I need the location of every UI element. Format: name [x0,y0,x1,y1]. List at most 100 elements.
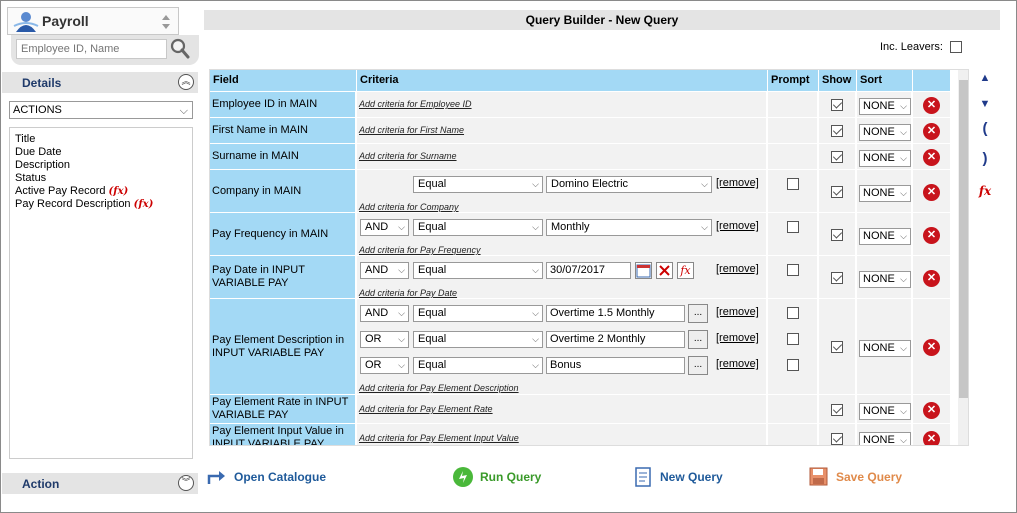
move-up-icon[interactable]: ▲ [975,72,995,84]
sort-select[interactable]: NONE ⌵ [859,340,911,357]
remove-link[interactable]: [remove] [716,263,759,275]
remove-link[interactable]: [remove] [716,306,759,318]
clear-date-icon[interactable] [656,262,673,279]
fx-icon[interactable]: fx [677,262,694,279]
lookup-button[interactable]: ... [688,304,708,323]
add-criteria-link[interactable]: Add criteria for Pay Date [359,288,457,298]
remove-link[interactable]: [remove] [716,358,759,370]
list-item[interactable]: Status [15,172,187,185]
search-icon[interactable] [169,37,191,61]
prompt-checkbox[interactable] [787,359,799,371]
show-checkbox[interactable] [831,186,843,198]
app-selector[interactable]: Payroll [7,7,179,35]
actions-dropdown[interactable]: ACTIONS ⌵ [9,101,193,119]
header-sort: Sort [857,70,913,91]
show-checkbox[interactable] [831,272,843,284]
lookup-button[interactable]: ... [688,330,708,349]
delete-icon[interactable]: ✕ [923,270,940,287]
run-query-button[interactable]: Run Query [452,463,541,491]
date-input[interactable]: 30/07/2017 [546,262,631,279]
add-criteria-link[interactable]: Add criteria for Pay Element Description [359,383,519,393]
conjunction-select[interactable]: AND ⌵ [360,219,409,236]
show-checkbox[interactable] [831,433,843,445]
calendar-icon[interactable] [635,262,652,279]
sort-select[interactable]: NONE ⌵ [859,185,911,202]
show-checkbox[interactable] [831,99,843,111]
add-criteria-link[interactable]: Add criteria for Pay Element Rate [359,404,493,414]
add-criteria-link[interactable]: Add criteria for Company [359,202,459,212]
value-select[interactable]: Monthly ⌵ [546,219,712,236]
show-checkbox[interactable] [831,125,843,137]
new-query-button[interactable]: New Query [632,463,723,491]
prompt-checkbox[interactable] [787,221,799,233]
action-header[interactable]: Action ︾ [2,473,198,494]
sort-select[interactable]: NONE ⌵ [859,150,911,167]
list-item[interactable]: Description [15,159,187,172]
add-criteria-link[interactable]: Add criteria for Surname [359,151,457,161]
open-paren-button[interactable]: ( [975,120,995,137]
open-catalogue-button[interactable]: Open Catalogue [206,463,326,491]
operator-select[interactable]: Equal ⌵ [413,357,543,374]
remove-link[interactable]: [remove] [716,177,759,189]
conjunction-select[interactable]: AND ⌵ [360,305,409,322]
operator-select[interactable]: Equal ⌵ [413,331,543,348]
operator-select[interactable]: Equal ⌵ [413,262,543,279]
expand-icon[interactable]: ︾ [178,475,194,491]
delete-icon[interactable]: ✕ [923,123,940,140]
add-criteria-link[interactable]: Add criteria for First Name [359,125,464,135]
lookup-button[interactable]: ... [688,356,708,375]
delete-icon[interactable]: ✕ [923,339,940,356]
conjunction-select[interactable]: OR ⌵ [360,357,409,374]
updown-icon[interactable] [160,12,172,32]
prompt-checkbox[interactable] [787,264,799,276]
list-item[interactable]: Active Pay Record (fx) [15,185,187,198]
sort-cell: NONE ⌵ [857,424,912,445]
prompt-checkbox[interactable] [787,307,799,319]
sort-select[interactable]: NONE ⌵ [859,271,911,288]
sort-select[interactable]: NONE ⌵ [859,98,911,115]
save-query-button[interactable]: Save Query [808,463,902,491]
fx-button[interactable]: fx [975,184,995,198]
value-select[interactable]: Domino Electric ⌵ [546,176,712,193]
delete-icon[interactable]: ✕ [923,402,940,419]
sort-select[interactable]: NONE ⌵ [859,403,911,420]
close-paren-button[interactable]: ) [975,150,995,167]
search-input[interactable] [16,39,167,59]
collapse-icon[interactable]: ︽ [178,74,194,90]
list-item[interactable]: Title [15,133,187,146]
sort-select[interactable]: NONE ⌵ [859,432,911,445]
prompt-checkbox[interactable] [787,178,799,190]
show-checkbox[interactable] [831,341,843,353]
delete-icon[interactable]: ✕ [923,227,940,244]
remove-link[interactable]: [remove] [716,220,759,232]
operator-select[interactable]: Equal ⌵ [413,305,543,322]
delete-icon[interactable]: ✕ [923,149,940,166]
add-criteria-link[interactable]: Add criteria for Employee ID [359,99,472,109]
list-item[interactable]: Pay Record Description (fx) [15,198,187,211]
delete-icon[interactable]: ✕ [923,431,940,445]
show-checkbox[interactable] [831,229,843,241]
show-checkbox[interactable] [831,151,843,163]
value-input[interactable]: Overtime 2 Monthly [546,331,685,348]
value-input[interactable]: Bonus [546,357,685,374]
sort-select[interactable]: NONE ⌵ [859,124,911,141]
vertical-scrollbar[interactable] [958,70,968,445]
details-header[interactable]: Details ︽ [2,72,198,93]
operator-select[interactable]: Equal ⌵ [413,219,543,236]
conjunction-select[interactable]: OR ⌵ [360,331,409,348]
inc-leavers-checkbox[interactable] [950,41,962,53]
prompt-checkbox[interactable] [787,333,799,345]
delete-icon[interactable]: ✕ [923,97,940,114]
sort-select[interactable]: NONE ⌵ [859,228,911,245]
add-criteria-link[interactable]: Add criteria for Pay Element Input Value [359,433,519,443]
move-down-icon[interactable]: ▼ [975,98,995,110]
add-criteria-link[interactable]: Add criteria for Pay Frequency [359,245,481,255]
value-input[interactable]: Overtime 1.5 Monthly [546,305,685,322]
scrollbar-thumb[interactable] [959,80,968,398]
show-checkbox[interactable] [831,404,843,416]
delete-icon[interactable]: ✕ [923,184,940,201]
operator-select[interactable]: Equal ⌵ [413,176,543,193]
conjunction-select[interactable]: AND ⌵ [360,262,409,279]
remove-link[interactable]: [remove] [716,332,759,344]
list-item[interactable]: Due Date [15,146,187,159]
